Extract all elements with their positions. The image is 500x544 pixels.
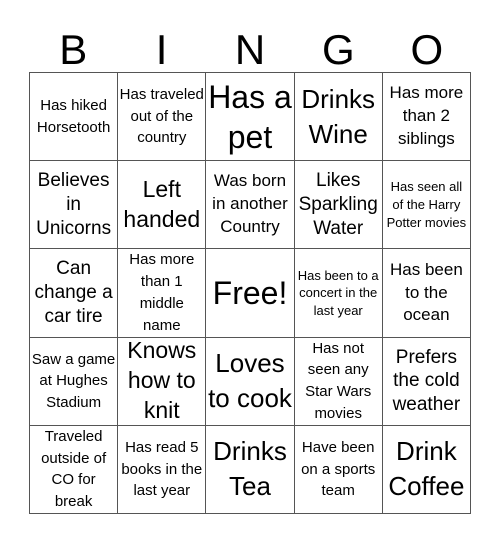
bingo-cell[interactable]: Likes Sparkling Water	[294, 161, 383, 250]
header-letter-g: G	[322, 26, 355, 73]
bingo-cell[interactable]: Drinks Wine	[294, 73, 383, 162]
bingo-cell[interactable]: Prefers the cold weather	[382, 337, 471, 426]
bingo-cell[interactable]: Have been on a sports team	[294, 425, 383, 514]
bingo-cell[interactable]: Has more than 1 middle name	[118, 249, 207, 338]
bingo-cell[interactable]: Has traveled out of the country	[118, 73, 207, 162]
header-letter-b: B	[59, 26, 88, 73]
bingo-cell[interactable]: Has been to a concert in the last year	[294, 249, 383, 338]
bingo-cell[interactable]: Has a pet	[206, 73, 295, 162]
bingo-header: B I N G O	[29, 28, 471, 72]
bingo-cell[interactable]: Saw a game at Hughes Stadium	[30, 337, 119, 426]
bingo-cell[interactable]: Has read 5 books in the last year	[118, 425, 207, 514]
header-letter-i: I	[155, 26, 168, 73]
bingo-board: Has hiked Horsetooth Has traveled out of…	[29, 72, 471, 514]
bingo-cell[interactable]: Left handed	[118, 161, 207, 250]
free-space[interactable]: Free!	[206, 249, 295, 338]
bingo-cell[interactable]: Drinks Tea	[206, 425, 295, 514]
bingo-cell[interactable]: Drink Coffee	[382, 425, 471, 514]
bingo-cell[interactable]: Has not seen any Star Wars movies	[294, 337, 383, 426]
bingo-cell[interactable]: Has more than 2 siblings	[382, 73, 471, 162]
bingo-cell[interactable]: Knows how to knit	[118, 337, 207, 426]
bingo-cell[interactable]: Has hiked Horsetooth	[30, 73, 119, 162]
header-letter-o: O	[410, 26, 444, 73]
bingo-cell[interactable]: Traveled outside of CO for break	[30, 425, 119, 514]
bingo-cell[interactable]: Has been to the ocean	[382, 249, 471, 338]
bingo-cell[interactable]: Can change a car tire	[30, 249, 119, 338]
bingo-cell[interactable]: Loves to cook	[206, 337, 295, 426]
bingo-cell[interactable]: Was born in another Country	[206, 161, 295, 250]
bingo-cell[interactable]: Believes in Unicorns	[30, 161, 119, 250]
bingo-cell[interactable]: Has seen all of the Harry Potter movies	[382, 161, 471, 250]
header-letter-n: N	[234, 26, 266, 73]
